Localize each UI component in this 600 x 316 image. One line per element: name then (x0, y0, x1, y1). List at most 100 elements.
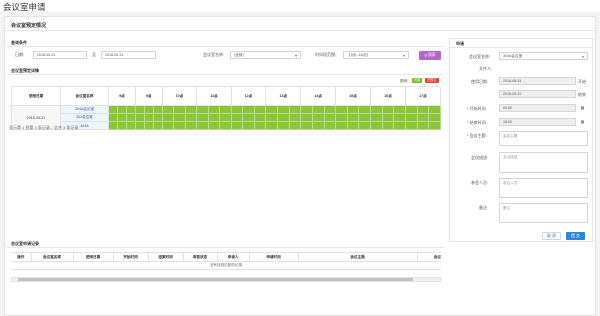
time-slot-cell[interactable] (108, 121, 118, 130)
submit-button[interactable]: 提 交 (566, 232, 585, 240)
time-slot-cell[interactable] (207, 113, 221, 122)
time-slot-cell[interactable] (300, 113, 313, 122)
time-slot-cell[interactable] (143, 121, 154, 130)
time-slot-cell[interactable] (346, 105, 360, 114)
time-slot-cell[interactable] (416, 105, 430, 114)
time-slot-cell[interactable] (428, 113, 441, 122)
time-slot-cell[interactable] (311, 121, 325, 130)
time-slot-cell[interactable] (152, 121, 163, 130)
date-to-input[interactable]: 2018-05-31 (101, 51, 156, 59)
desc-textarea[interactable]: 会议描述 (499, 152, 588, 173)
time-slot-cell[interactable] (184, 113, 198, 122)
time-slot-cell[interactable] (253, 121, 267, 130)
time-slot-cell[interactable] (428, 121, 441, 130)
time-slot-cell[interactable] (125, 121, 136, 130)
time-slot-cell[interactable] (242, 121, 255, 130)
start-time-input[interactable]: 09:00 (499, 104, 576, 112)
room-name-link[interactable]: 302会议室 (60, 113, 109, 122)
time-slot-cell[interactable] (381, 121, 395, 130)
time-slot-cell[interactable] (143, 113, 154, 122)
search-button[interactable]: ⚲ 搜索 (419, 51, 441, 60)
time-slot-cell[interactable] (253, 113, 267, 122)
time-slot-cell[interactable] (125, 105, 136, 114)
time-slot-cell[interactable] (134, 105, 145, 114)
time-slot-cell[interactable] (219, 113, 232, 122)
records-col-header[interactable]: 会议 (417, 253, 441, 262)
time-slot-cell[interactable] (265, 121, 278, 130)
time-slot-cell[interactable] (370, 113, 383, 122)
time-slot-cell[interactable] (125, 113, 136, 122)
time-slot-cell[interactable] (346, 113, 360, 122)
time-slot-cell[interactable] (358, 121, 372, 130)
time-slot-cell[interactable] (242, 105, 255, 114)
remark-textarea[interactable]: 备注 (499, 203, 588, 223)
horizontal-scrollbar[interactable] (11, 277, 441, 282)
time-slot-cell[interactable] (393, 113, 406, 122)
time-slot-cell[interactable] (323, 113, 337, 122)
cancel-button[interactable]: 取 消 (542, 232, 561, 240)
records-col-header[interactable]: 会议室名称 (31, 252, 74, 262)
time-slot-cell[interactable] (184, 105, 198, 114)
time-slot-cell[interactable] (370, 121, 383, 130)
records-col-header[interactable]: 申请时间 (249, 252, 299, 262)
records-col-header[interactable]: 申请人 (217, 252, 250, 262)
records-col-header[interactable]: 结束时间 (148, 252, 184, 262)
use-date-start-input[interactable]: 2018-05-31 (499, 77, 576, 85)
time-slot-cell[interactable] (230, 105, 244, 114)
time-range-select[interactable]: 【9点--18点】 (343, 51, 409, 59)
time-slot-cell[interactable] (416, 113, 430, 122)
time-slot-cell[interactable] (108, 105, 118, 114)
time-slot-cell[interactable] (323, 121, 337, 130)
time-slot-cell[interactable] (134, 121, 145, 130)
time-slot-cell[interactable] (358, 113, 372, 122)
participants-textarea[interactable]: 参会人员 (499, 178, 588, 198)
time-slot-cell[interactable] (277, 105, 290, 114)
time-slot-cell[interactable] (152, 105, 163, 114)
time-slot-cell[interactable] (277, 121, 290, 130)
time-slot-cell[interactable] (196, 105, 209, 114)
time-slot-cell[interactable] (116, 113, 127, 122)
time-slot-cell[interactable] (311, 113, 325, 122)
time-slot-cell[interactable] (300, 105, 313, 114)
calendar-icon[interactable]: ▦ (580, 119, 585, 124)
time-slot-cell[interactable] (393, 121, 406, 130)
time-slot-cell[interactable] (173, 105, 186, 114)
time-slot-cell[interactable] (173, 113, 186, 122)
time-slot-cell[interactable] (134, 113, 145, 122)
time-slot-cell[interactable] (288, 121, 302, 130)
time-slot-cell[interactable] (230, 113, 244, 122)
calendar-icon[interactable]: ▦ (580, 105, 585, 110)
date-from-input[interactable]: 2018-05-31 (33, 51, 87, 59)
time-slot-cell[interactable] (381, 113, 395, 122)
time-slot-cell[interactable] (219, 121, 232, 130)
time-slot-cell[interactable] (300, 121, 313, 130)
time-slot-cell[interactable] (207, 105, 221, 114)
time-slot-cell[interactable] (381, 105, 395, 114)
time-slot-cell[interactable] (404, 105, 418, 114)
time-slot-cell[interactable] (393, 105, 406, 114)
time-slot-cell[interactable] (428, 105, 441, 114)
time-slot-cell[interactable] (253, 105, 267, 114)
time-slot-cell[interactable] (265, 113, 278, 122)
time-slot-cell[interactable] (184, 121, 198, 130)
time-slot-cell[interactable] (335, 121, 348, 130)
time-slot-cell[interactable] (370, 105, 383, 114)
records-col-header[interactable]: 开始时间 (113, 252, 149, 262)
time-slot-cell[interactable] (161, 113, 175, 122)
subject-textarea[interactable]: 会议主题 (499, 131, 588, 146)
room-filter-select[interactable]: (全部) (230, 51, 301, 59)
time-slot-cell[interactable] (358, 105, 372, 114)
time-slot-cell[interactable] (116, 105, 127, 114)
time-slot-cell[interactable] (116, 121, 127, 130)
time-slot-cell[interactable] (277, 113, 290, 122)
time-slot-cell[interactable] (152, 113, 163, 122)
time-slot-cell[interactable] (173, 121, 186, 130)
records-col-header[interactable]: 审核状态 (183, 252, 218, 262)
time-slot-cell[interactable] (323, 105, 337, 114)
time-slot-cell[interactable] (335, 113, 348, 122)
time-slot-cell[interactable] (288, 113, 302, 122)
time-slot-cell[interactable] (335, 105, 348, 114)
time-slot-cell[interactable] (242, 113, 255, 122)
records-col-header[interactable]: 操作 (11, 252, 32, 262)
records-col-header[interactable]: 会议主题 (298, 252, 418, 262)
